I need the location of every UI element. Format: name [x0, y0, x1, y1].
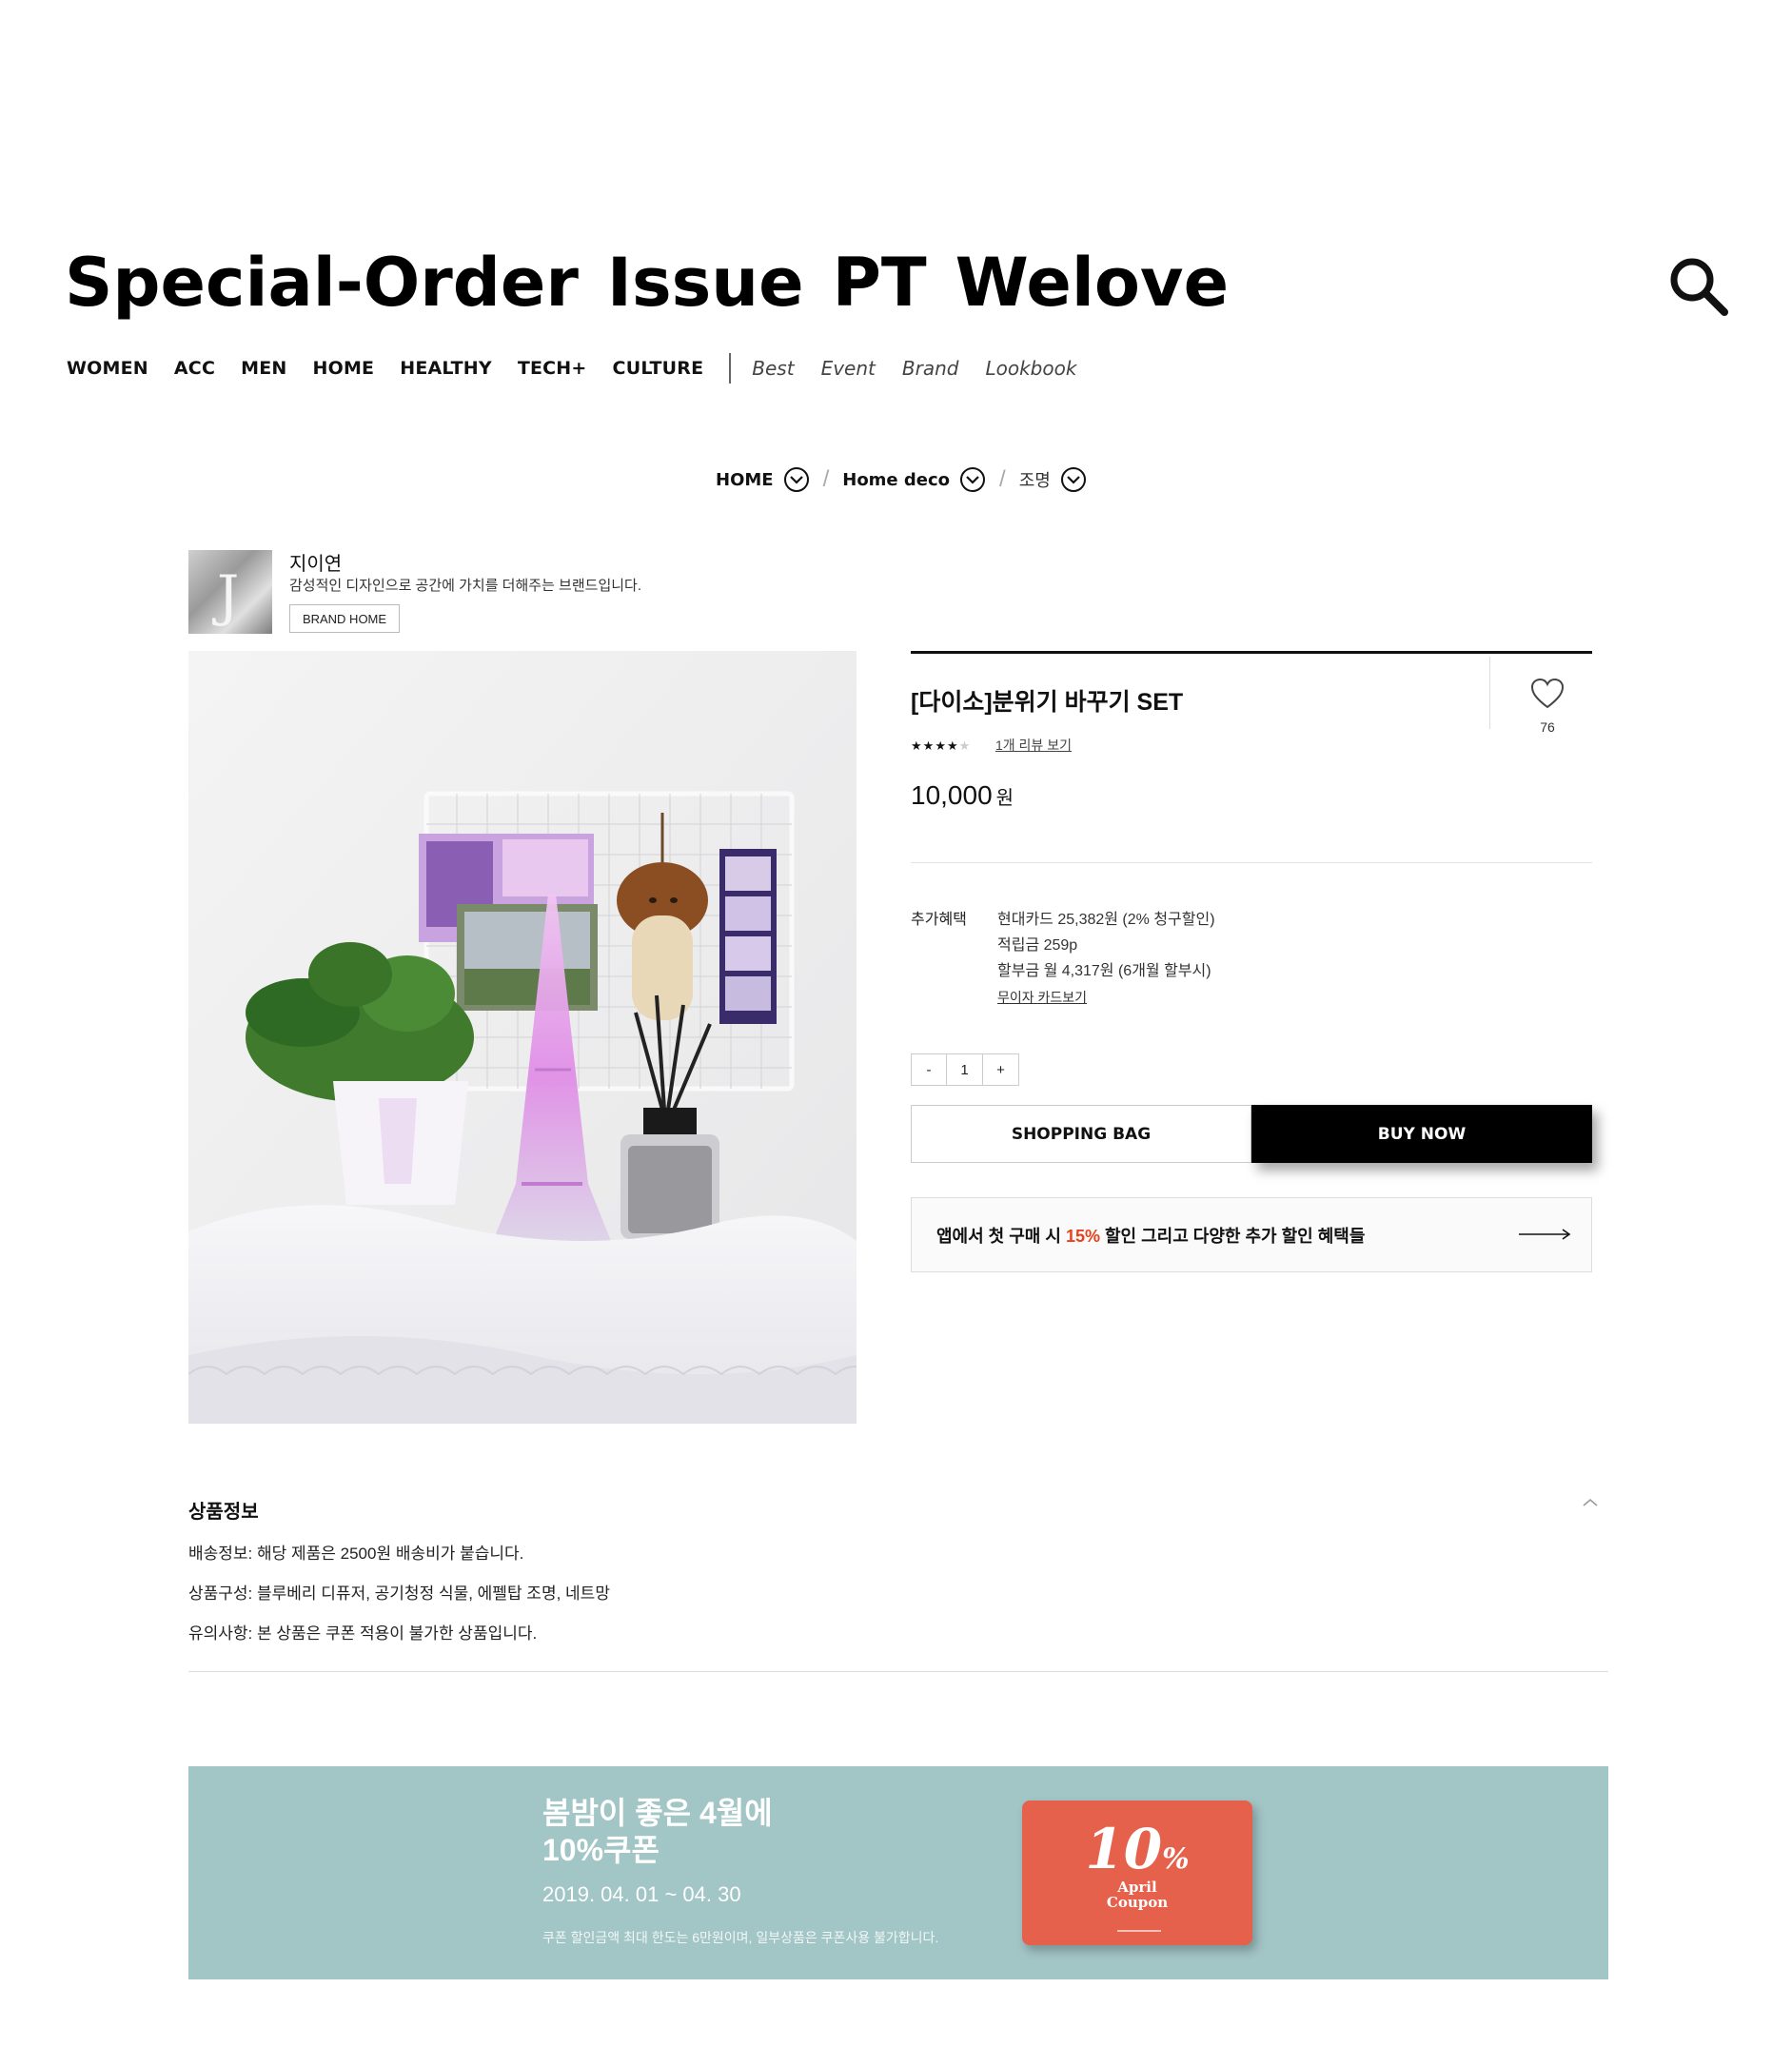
- nav-healthy[interactable]: HEALTHY: [400, 358, 492, 379]
- chevron-up-icon: [1583, 1498, 1598, 1506]
- nav-women[interactable]: WOMEN: [67, 358, 148, 379]
- nav-divider: [729, 353, 732, 384]
- quantity-minus-button[interactable]: -: [911, 1053, 947, 1086]
- logo-word: Issue: [606, 244, 804, 322]
- breadcrumb-separator: /: [822, 466, 830, 492]
- nav-acc[interactable]: ACC: [174, 358, 215, 379]
- detail-shipping: 배송정보: 해당 제품은 2500원 배송비가 붙습니다.: [188, 1545, 524, 1563]
- breadcrumb: HOME / Home deco / 조명: [716, 463, 1087, 496]
- coupon-headline: 봄밤이 좋은 4월에 10%쿠폰: [542, 1795, 773, 1869]
- heart-icon: [1530, 678, 1565, 709]
- coupon-headline-line-2: 10%쿠폰: [542, 1833, 660, 1868]
- like-count: 76: [1540, 719, 1555, 735]
- coupon-card-line-2: Coupon: [1106, 1894, 1169, 1911]
- site-logo[interactable]: Special-Order Issue PT Welove: [65, 249, 1257, 316]
- product-title: [다이소]분위기 바꾸기 SET: [911, 689, 1184, 716]
- app-banner-text-after: 할인 그리고 다양한 추가 할인 혜택들: [1099, 1227, 1366, 1246]
- price-currency: 원: [995, 788, 1014, 809]
- product-photo: [188, 651, 857, 1424]
- logo-word: Special-Order: [65, 244, 579, 322]
- brand-logo-image[interactable]: J: [188, 550, 272, 634]
- logo-word: Welove: [955, 244, 1230, 322]
- buy-now-button[interactable]: BUY NOW: [1251, 1105, 1592, 1163]
- nav-event[interactable]: Event: [821, 357, 876, 380]
- breadcrumb-label: HOME: [716, 469, 774, 490]
- star-icon: ★: [935, 738, 947, 753]
- chevron-down-icon: [783, 467, 809, 492]
- search-button[interactable]: [1667, 255, 1730, 318]
- chevron-down-icon: [960, 467, 986, 492]
- product-price: 10,000 원: [911, 780, 1014, 811]
- coupon-card-percent: 10%: [1022, 1821, 1252, 1877]
- rating-stars: ★★★★★: [911, 738, 971, 754]
- product-image[interactable]: [188, 651, 857, 1424]
- info-top-border: [911, 651, 1592, 654]
- brand-description: 감성적인 디자인으로 공간에 가치를 더해주는 브랜드입니다.: [289, 578, 642, 594]
- arrow-right-icon: [1519, 1229, 1571, 1240]
- star-icon: ★: [946, 738, 959, 753]
- nav-culture[interactable]: CULTURE: [613, 358, 704, 379]
- nav-tech[interactable]: TECH+: [518, 358, 587, 379]
- benefit-points: 적립금 259p: [997, 937, 1078, 954]
- breadcrumb-separator: /: [999, 466, 1006, 492]
- logo-word: PT: [832, 244, 927, 322]
- like-separator: [1489, 657, 1490, 729]
- info-divider: [911, 862, 1592, 863]
- collapse-toggle[interactable]: [1580, 1494, 1601, 1511]
- app-banner-text-before: 앱에서 첫 구매 시: [936, 1227, 1066, 1246]
- star-icon: ★: [922, 738, 935, 753]
- like-button[interactable]: [1530, 678, 1565, 710]
- coupon-card-line-1: April: [1117, 1879, 1157, 1896]
- app-discount-banner[interactable]: 앱에서 첫 구매 시 15% 할인 그리고 다양한 추가 할인 혜택들: [911, 1197, 1592, 1272]
- april-coupon-banner[interactable]: 봄밤이 좋은 4월에 10%쿠폰 2019. 04. 01 ~ 04. 30 쿠…: [188, 1766, 1608, 1979]
- breadcrumb-label: Home deco: [842, 469, 951, 490]
- chevron-down-icon: [1060, 467, 1086, 492]
- app-banner-highlight: 15%: [1065, 1227, 1100, 1246]
- brand-initial: J: [217, 563, 240, 628]
- review-link[interactable]: 1개 리뷰 보기: [995, 736, 1072, 755]
- coupon-card-fineprint: [1117, 1930, 1161, 1932]
- nav-home[interactable]: HOME: [313, 358, 375, 379]
- brand-home-button[interactable]: BRAND HOME: [289, 604, 400, 633]
- shopping-bag-button[interactable]: SHOPPING BAG: [911, 1105, 1251, 1163]
- coupon-card-number: 10: [1085, 1817, 1163, 1881]
- coupon-card: 10% April Coupon: [1022, 1801, 1252, 1945]
- star-icon: ★: [911, 738, 923, 753]
- brand-name: 지이연: [289, 554, 343, 575]
- price-value: 10,000: [911, 780, 993, 810]
- nav-best[interactable]: Best: [752, 357, 794, 380]
- benefit-card-discount: 현대카드 25,382원 (2% 청구할인): [997, 912, 1215, 928]
- detail-notice: 유의사항: 본 상품은 쿠폰 적용이 불가한 상품입니다.: [188, 1624, 538, 1643]
- benefits-label: 추가혜택: [911, 912, 967, 928]
- detail-composition: 상품구성: 블루베리 디퓨저, 공기청정 식물, 에펠탑 조명, 네트망: [188, 1584, 610, 1603]
- nav-men[interactable]: MEN: [241, 358, 286, 379]
- app-banner-text: 앱에서 첫 구매 시 15% 할인 그리고 다양한 추가 할인 혜택들: [936, 1223, 1365, 1248]
- coupon-note: 쿠폰 할인금액 최대 한도는 6만원이며, 일부상품은 쿠폰사용 불가합니다.: [542, 1930, 939, 1945]
- breadcrumb-label: 조명: [1018, 471, 1051, 491]
- main-nav: WOMEN ACC MEN HOME HEALTHY TECH+ CULTURE…: [67, 353, 1103, 384]
- coupon-headline-line-1: 봄밤이 좋은 4월에: [542, 1796, 773, 1830]
- coupon-dates: 2019. 04. 01 ~ 04. 30: [542, 1882, 741, 1906]
- product-info-title: 상품정보: [188, 1502, 259, 1523]
- search-icon: [1670, 258, 1728, 316]
- nav-brand[interactable]: Brand: [902, 357, 959, 380]
- breadcrumb-lighting[interactable]: 조명: [1019, 466, 1087, 493]
- breadcrumb-home-deco[interactable]: Home deco: [842, 466, 986, 493]
- breadcrumb-home[interactable]: HOME: [716, 466, 810, 493]
- interest-free-card-link[interactable]: 무이자 카드보기: [997, 988, 1087, 1007]
- detail-divider: [188, 1671, 1608, 1672]
- nav-lookbook[interactable]: Lookbook: [985, 357, 1076, 380]
- quantity-plus-button[interactable]: +: [983, 1053, 1019, 1086]
- star-empty-icon: ★: [958, 738, 972, 753]
- coupon-card-percent-sign: %: [1162, 1842, 1190, 1876]
- quantity-value[interactable]: 1: [947, 1053, 983, 1086]
- benefit-installment: 할부금 월 4,317원 (6개월 할부시): [997, 963, 1211, 979]
- quantity-stepper: - 1 +: [911, 1053, 1019, 1086]
